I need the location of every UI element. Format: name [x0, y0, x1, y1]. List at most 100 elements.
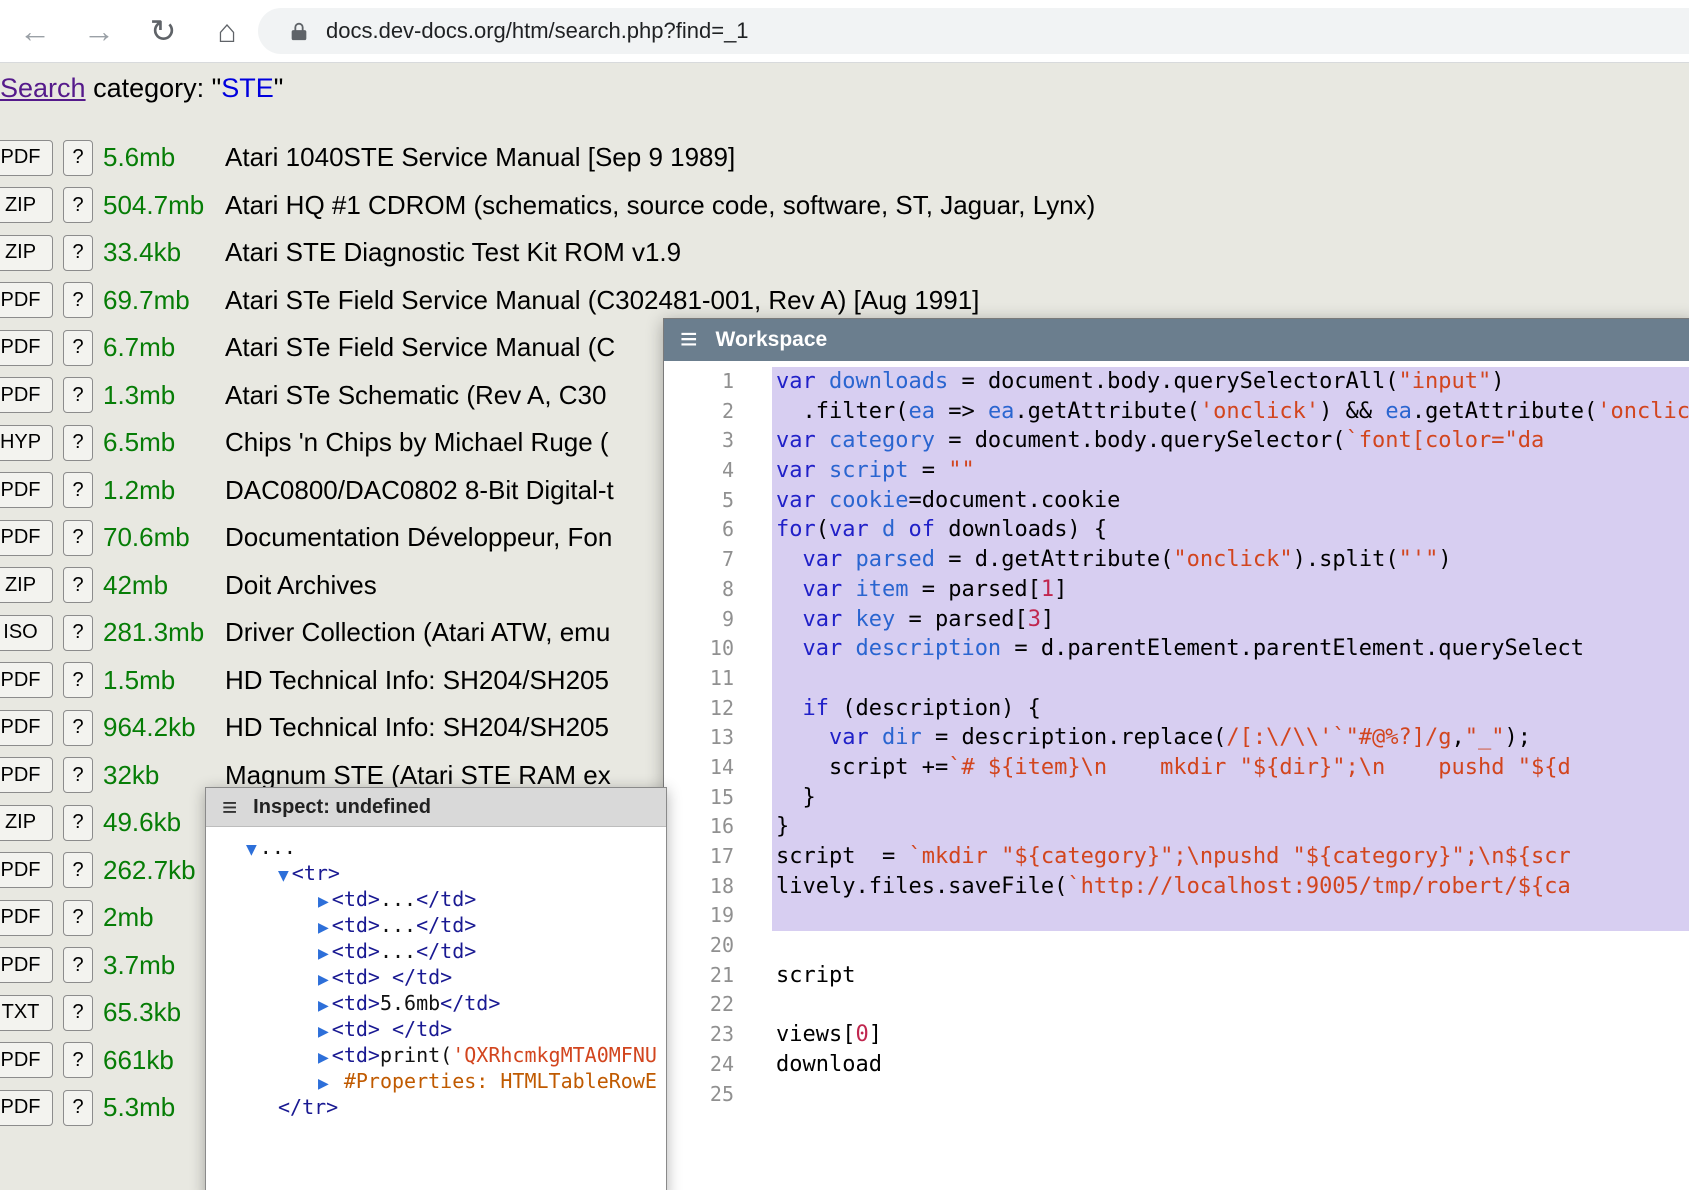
expand-arrow-icon[interactable]: ▶	[318, 972, 329, 988]
code-text[interactable]: var key = parsed[3]	[772, 605, 1689, 635]
help-button[interactable]: ?	[63, 947, 93, 983]
workspace-menu-icon[interactable]: ≡	[680, 325, 698, 355]
help-button[interactable]: ?	[63, 805, 93, 841]
tree-node[interactable]: ▶<td>...</td>	[206, 912, 666, 938]
file-type-button[interactable]: TXT	[0, 995, 53, 1031]
home-icon[interactable]: ⌂	[204, 15, 250, 47]
file-type-button[interactable]: PDF	[0, 377, 53, 413]
expand-arrow-icon[interactable]: ▶	[318, 1050, 329, 1066]
help-button[interactable]: ?	[63, 995, 93, 1031]
code-text[interactable]: script +=`# ${item}\n mkdir "${dir}";\n …	[772, 753, 1689, 783]
help-button[interactable]: ?	[63, 567, 93, 603]
collapse-arrow-icon[interactable]: ▼	[246, 842, 257, 858]
file-type-button[interactable]: PDF	[0, 1042, 53, 1078]
inspect-titlebar[interactable]: ≡ Inspect: undefined	[206, 788, 666, 827]
code-text[interactable]	[772, 931, 1689, 961]
file-type-button[interactable]: ZIP	[0, 805, 53, 841]
collapse-arrow-icon[interactable]: ▼	[278, 868, 289, 884]
code-text[interactable]: var item = parsed[1]	[772, 575, 1689, 605]
tree-node[interactable]: ▶ #Properties: HTMLTableRowE	[206, 1068, 666, 1094]
help-button[interactable]: ?	[63, 757, 93, 793]
tree-node[interactable]: ▶<td>5.6mb</td>	[206, 990, 666, 1016]
file-type-button[interactable]: PDF	[0, 900, 53, 936]
code-text[interactable]: for(var d of downloads) {	[772, 515, 1689, 545]
workspace-titlebar[interactable]: ≡ Workspace	[664, 319, 1689, 361]
file-type-button[interactable]: PDF	[0, 520, 53, 556]
file-type-button[interactable]: PDF	[0, 330, 53, 366]
code-editor[interactable]: 1var downloads = document.body.querySele…	[664, 361, 1689, 1190]
code-text[interactable]: download	[772, 1050, 1689, 1080]
tree-node[interactable]: ▶<td>...</td>	[206, 938, 666, 964]
tree-node[interactable]: ▶<td>print('QXRhcmkgMTA0MFNU	[206, 1042, 666, 1068]
file-type-button[interactable]: ZIP	[0, 235, 53, 271]
expand-arrow-icon[interactable]: ▶	[318, 920, 329, 936]
help-button[interactable]: ?	[63, 615, 93, 651]
code-text[interactable]: }	[772, 812, 1689, 842]
code-text[interactable]: lively.files.saveFile(`http://localhost:…	[772, 872, 1689, 902]
file-type-button[interactable]: ZIP	[0, 567, 53, 603]
help-button[interactable]: ?	[63, 710, 93, 746]
code-text[interactable]: var parsed = d.getAttribute("onclick").s…	[772, 545, 1689, 575]
help-button[interactable]: ?	[63, 140, 93, 176]
help-button[interactable]: ?	[63, 282, 93, 318]
tree-node[interactable]: ▶<td> </td>	[206, 964, 666, 990]
forward-icon[interactable]: →	[76, 15, 122, 47]
help-button[interactable]: ?	[63, 377, 93, 413]
code-text[interactable]: var description = d.parentElement.parent…	[772, 634, 1689, 664]
tree-node[interactable]: ▼...	[206, 834, 666, 860]
code-text[interactable]: script = `mkdir "${category}";\npushd "$…	[772, 842, 1689, 872]
expand-arrow-icon[interactable]: ▶	[318, 894, 329, 910]
file-type-button[interactable]: PDF	[0, 710, 53, 746]
file-type-button[interactable]: PDF	[0, 757, 53, 793]
file-type-button[interactable]: PDF	[0, 282, 53, 318]
tree-node[interactable]: ▼<tr>	[206, 860, 666, 886]
code-text[interactable]: .filter(ea => ea.getAttribute('onclick')…	[772, 397, 1689, 427]
file-type-button[interactable]: ZIP	[0, 187, 53, 223]
file-type-button[interactable]: HYP	[0, 425, 53, 461]
search-link[interactable]: Search	[0, 73, 86, 103]
code-text[interactable]: if (description) {	[772, 694, 1689, 724]
tree-node[interactable]: ▶<td>...</td>	[206, 886, 666, 912]
file-type-button[interactable]: PDF	[0, 662, 53, 698]
help-button[interactable]: ?	[63, 235, 93, 271]
code-text[interactable]	[772, 664, 1689, 694]
file-type-button[interactable]: PDF	[0, 140, 53, 176]
inspect-menu-icon[interactable]: ≡	[222, 794, 237, 820]
help-button[interactable]: ?	[63, 852, 93, 888]
code-text[interactable]: var script = ""	[772, 456, 1689, 486]
code-line: 13 var dir = description.replace(/[:\/\\…	[664, 723, 1689, 753]
code-text[interactable]: }	[772, 783, 1689, 813]
expand-arrow-icon[interactable]: ▶	[318, 1024, 329, 1040]
address-bar[interactable]: docs.dev-docs.org/htm/search.php?find=_1	[258, 8, 1689, 54]
help-button[interactable]: ?	[63, 900, 93, 936]
help-button[interactable]: ?	[63, 662, 93, 698]
code-text[interactable]: var dir = description.replace(/[:\/\\'`"…	[772, 723, 1689, 753]
code-text[interactable]	[772, 990, 1689, 1020]
code-text[interactable]: var downloads = document.body.querySelec…	[772, 367, 1689, 397]
code-text[interactable]: script	[772, 961, 1689, 991]
file-type-button[interactable]: PDF	[0, 1090, 53, 1126]
tree-node[interactable]: </tr>	[206, 1094, 666, 1120]
code-text[interactable]: var category = document.body.querySelect…	[772, 426, 1689, 456]
help-button[interactable]: ?	[63, 1090, 93, 1126]
help-button[interactable]: ?	[63, 330, 93, 366]
expand-arrow-icon[interactable]: ▶	[318, 946, 329, 962]
code-text[interactable]	[772, 1080, 1689, 1110]
help-button[interactable]: ?	[63, 425, 93, 461]
help-button[interactable]: ?	[63, 472, 93, 508]
code-text[interactable]: views[0]	[772, 1020, 1689, 1050]
code-text[interactable]: var cookie=document.cookie	[772, 486, 1689, 516]
reload-icon[interactable]: ↻	[140, 15, 186, 47]
expand-arrow-icon[interactable]: ▶	[318, 1076, 329, 1092]
tree-node[interactable]: ▶<td> </td>	[206, 1016, 666, 1042]
file-type-button[interactable]: PDF	[0, 947, 53, 983]
expand-arrow-icon[interactable]: ▶	[318, 998, 329, 1014]
help-button[interactable]: ?	[63, 187, 93, 223]
file-type-button[interactable]: PDF	[0, 852, 53, 888]
code-text[interactable]	[772, 901, 1689, 931]
file-type-button[interactable]: ISO	[0, 615, 53, 651]
file-type-button[interactable]: PDF	[0, 472, 53, 508]
back-icon[interactable]: ←	[12, 15, 58, 47]
help-button[interactable]: ?	[63, 520, 93, 556]
help-button[interactable]: ?	[63, 1042, 93, 1078]
